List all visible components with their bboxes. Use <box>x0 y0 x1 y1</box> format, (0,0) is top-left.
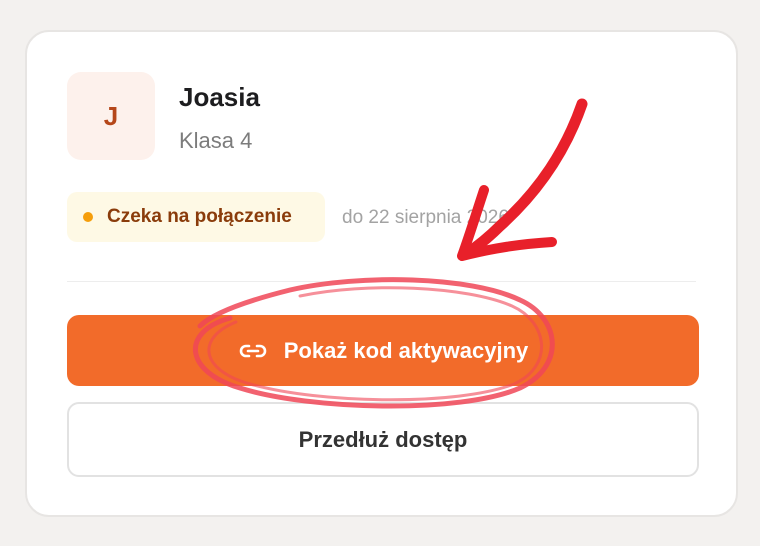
status-dot-icon <box>83 212 93 222</box>
show-activation-code-label: Pokaż kod aktywacyjny <box>283 337 529 363</box>
avatar: J <box>67 72 155 160</box>
divider <box>67 281 696 282</box>
student-name: Joasia <box>179 82 260 112</box>
extend-access-label: Przedłuż dostęp <box>298 426 468 452</box>
link-icon <box>239 344 266 357</box>
student-grade: Klasa 4 <box>179 128 253 153</box>
status-label: Czeka na połączenie <box>107 206 292 227</box>
avatar-initial: J <box>103 100 119 131</box>
page: J Joasia Klasa 4 Czeka na połączenie do … <box>0 0 760 546</box>
student-card: J Joasia Klasa 4 Czeka na połączenie do … <box>25 30 738 517</box>
status-date: do 22 sierpnia 2026 <box>342 207 509 228</box>
status-badge: Czeka na połączenie <box>67 192 325 242</box>
show-activation-code-button[interactable]: Pokaż kod aktywacyjny <box>67 315 699 386</box>
extend-access-button[interactable]: Przedłuż dostęp <box>67 402 699 477</box>
